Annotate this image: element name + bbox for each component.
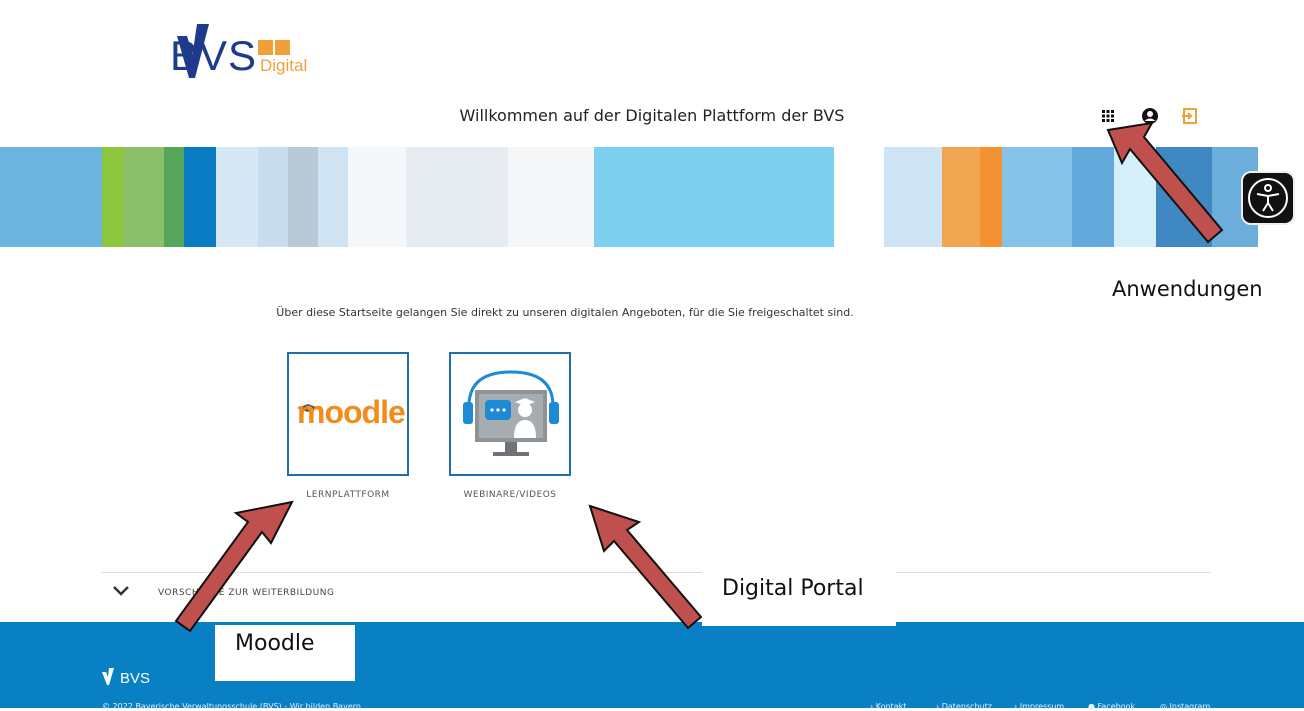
banner-stripe xyxy=(216,147,258,247)
footer-link-impressum[interactable]: › Impressum xyxy=(1014,702,1064,711)
tile-label-webinare[interactable]: WEBINARE/VIDEOS xyxy=(430,490,590,500)
banner-stripe xyxy=(102,147,124,247)
banner-stripe xyxy=(594,147,834,247)
arrow-to-webinare xyxy=(588,504,703,630)
facebook-icon: ● xyxy=(1088,702,1095,711)
banner-stripe xyxy=(318,147,348,247)
footer xyxy=(0,622,1304,708)
footer-link-label: Facebook xyxy=(1097,702,1136,711)
banner-stripe xyxy=(124,147,164,247)
instagram-icon: ◎ xyxy=(1160,702,1167,711)
banner-stripe xyxy=(348,147,406,247)
annotation-moodle: Moodle xyxy=(215,625,355,681)
banner-stripe xyxy=(258,147,288,247)
logo-subtext: Digital xyxy=(260,56,308,75)
logo-text: BVS xyxy=(170,32,258,79)
footer-link-label: Instagram xyxy=(1169,702,1211,711)
accordion-label[interactable]: VORSCHLÄGE ZUR WEITERBILDUNG xyxy=(158,588,334,598)
annotation-anwendungen: Anwendungen xyxy=(1112,277,1263,301)
accessibility-person-icon xyxy=(1248,178,1288,218)
chevron-down-icon[interactable] xyxy=(113,585,129,597)
moodle-logo: moodle xyxy=(297,394,406,430)
annotation-digital-portal: Digital Portal xyxy=(702,570,896,626)
moodle-tile[interactable]: moodle xyxy=(287,352,409,476)
banner-stripe xyxy=(1114,147,1156,247)
banner-stripe xyxy=(1156,147,1212,247)
login-icon[interactable] xyxy=(1180,106,1200,126)
intro-text: Über diese Startseite gelangen Sie direk… xyxy=(276,306,854,319)
apps-grid-icon[interactable] xyxy=(1098,106,1118,126)
banner-stripe xyxy=(0,147,102,247)
footer-link-datenschutz[interactable]: › Datenschutz xyxy=(936,702,992,711)
banner-stripe xyxy=(980,147,1002,247)
banner-stripe xyxy=(184,147,216,247)
footer-logo: BVS xyxy=(120,670,151,687)
webinar-monitor-icon xyxy=(463,370,559,456)
user-icon[interactable] xyxy=(1140,106,1160,126)
banner-stripe xyxy=(834,147,884,247)
divider xyxy=(101,572,1211,573)
banner-stripe xyxy=(1002,147,1072,247)
footer-link-kontakt[interactable]: › Kontakt xyxy=(870,702,906,711)
digital-logo-squares xyxy=(258,40,290,55)
copyright-text: © 2022 Bayerische Verwaltungsschule (BVS… xyxy=(102,702,361,711)
banner-stripe xyxy=(1072,147,1114,247)
banner-stripe xyxy=(406,147,508,247)
banner-stripe xyxy=(942,147,980,247)
banner-stripe xyxy=(884,147,942,247)
banner-stripe xyxy=(508,147,594,247)
webinar-tile[interactable] xyxy=(449,352,571,476)
tile-label-lernplattform[interactable]: LERNPLATTFORM xyxy=(268,490,428,500)
color-banner xyxy=(0,147,1304,247)
footer-link-instagram[interactable]: ◎ Instagram xyxy=(1160,702,1210,711)
banner-stripe xyxy=(288,147,318,247)
accessibility-button[interactable] xyxy=(1241,171,1295,225)
footer-link-facebook[interactable]: ● Facebook xyxy=(1088,702,1135,711)
arrow-to-moodle xyxy=(174,500,294,633)
banner-stripe xyxy=(164,147,184,247)
footer-logo-mark xyxy=(102,668,114,685)
